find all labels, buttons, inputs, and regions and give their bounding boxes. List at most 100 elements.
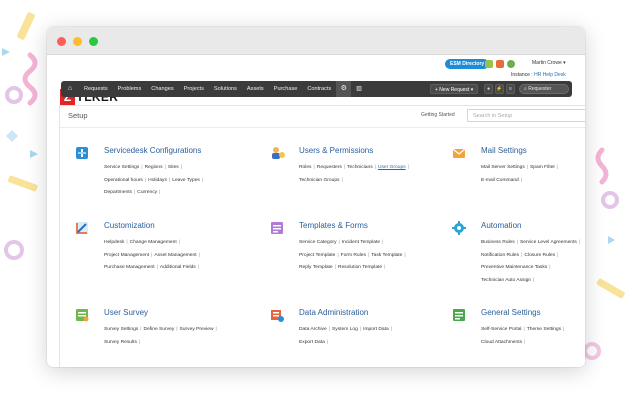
setup-link[interactable]: Change Management — [130, 240, 177, 245]
setup-link[interactable]: Business Rules — [481, 240, 515, 245]
setup-link[interactable]: Holidays — [148, 178, 167, 183]
link-separator: | — [198, 252, 200, 258]
close-window-button[interactable] — [57, 37, 66, 46]
nav-contracts[interactable]: Contracts — [302, 81, 336, 97]
requester-search[interactable]: ⌕ Requester — [519, 84, 569, 94]
nav-assets[interactable]: Assets — [242, 81, 269, 97]
link-separator: | — [159, 190, 161, 195]
setup-link[interactable]: E-mail Command — [481, 178, 519, 183]
setup-link[interactable]: Project Template — [299, 253, 335, 258]
setup-link[interactable]: Currency — [137, 190, 157, 195]
setup-search-input[interactable]: Search in Setup — [467, 109, 585, 122]
link-separator: | — [126, 240, 128, 245]
section-title[interactable]: Automation — [481, 221, 521, 230]
nav-problems[interactable]: Problems — [113, 81, 147, 97]
section-title[interactable]: Mail Settings — [481, 146, 527, 155]
setup-link[interactable]: Regions — [145, 165, 163, 170]
setup-link[interactable]: Resolution Template — [338, 265, 382, 270]
setup-link[interactable]: Import Data — [363, 327, 389, 332]
setup-link[interactable]: System Log — [332, 327, 358, 332]
nav-solutions[interactable]: Solutions — [209, 81, 242, 97]
setup-link[interactable]: Requesters — [317, 165, 342, 170]
link-row: Data Archive | System Log | Import Data | — [299, 324, 464, 337]
nav-projects[interactable]: Projects — [179, 81, 209, 97]
flash-icon[interactable]: ⚡ — [495, 84, 504, 94]
setup-link[interactable]: Export Data — [299, 340, 325, 345]
setup-link[interactable]: Self-Service Portal — [481, 327, 522, 332]
setup-link[interactable]: Cloud Attachments — [481, 340, 522, 345]
setup-link[interactable]: Technician Auto Assign — [481, 278, 531, 283]
link-separator: | — [404, 252, 406, 258]
setup-link[interactable]: Asset Management — [154, 253, 196, 258]
setup-link[interactable]: Notification Rules — [481, 253, 519, 258]
setup-link[interactable]: Mail Server Settings — [481, 165, 525, 170]
apps-icon[interactable] — [496, 60, 504, 68]
link-separator: | — [338, 240, 340, 245]
setup-link[interactable]: Leave Types — [172, 178, 200, 183]
setup-link[interactable]: Survey Results — [104, 340, 137, 345]
link-separator: | — [343, 165, 346, 170]
setup-link[interactable]: Define Survey — [144, 327, 175, 332]
link-separator: | — [201, 177, 204, 183]
section-links: Survey Settings | Define Survey | Survey Pre… — [104, 324, 269, 349]
setup-link[interactable]: Helpdesk — [104, 240, 124, 245]
link-separator: | — [520, 177, 523, 183]
nav-purchase[interactable]: Purchase — [269, 81, 303, 97]
setup-link[interactable]: Theme Settings — [527, 327, 561, 332]
section-title[interactable]: General Settings — [481, 308, 541, 317]
cart-icon[interactable] — [485, 60, 493, 68]
setup-link[interactable]: Additional Fields — [160, 265, 196, 270]
maximize-window-button[interactable] — [89, 37, 98, 46]
setup-link[interactable]: Service Settings — [104, 165, 139, 170]
setup-link[interactable]: Spam Filter — [530, 165, 555, 170]
setup-link[interactable]: Form Rules — [341, 253, 366, 258]
setup-link[interactable]: Sites — [168, 165, 179, 170]
setup-link[interactable]: Roles — [299, 165, 312, 170]
setup-link[interactable]: Preventive Maintenance Tasks — [481, 265, 547, 270]
reports-icon[interactable]: ▥ — [351, 81, 367, 97]
section-title[interactable]: User Survey — [104, 308, 148, 317]
instance-value[interactable]: HR Help Desk — [534, 72, 566, 78]
getting-started-link[interactable]: Getting Started — [421, 112, 455, 118]
setup-panel: Setup Getting Started Search in Setup Se… — [59, 105, 585, 367]
section-title[interactable]: Data Administration — [299, 308, 368, 317]
setup-link[interactable]: Technician Groups — [299, 178, 340, 183]
user-menu[interactable]: Martin Crowe ▾ — [532, 60, 566, 66]
link-separator: | — [390, 327, 392, 332]
setup-link[interactable]: Incident Template — [342, 240, 380, 245]
section-title[interactable]: Templates & Forms — [299, 221, 368, 230]
gear-icon[interactable]: ⚙ — [336, 81, 352, 97]
instance-selector[interactable]: Instance : HR Help Desk — [511, 72, 566, 78]
setup-link[interactable]: Reply Template — [299, 265, 333, 270]
home-icon[interactable]: ⌂ — [61, 81, 79, 97]
notification-icon[interactable]: ● — [484, 84, 493, 94]
section-title[interactable]: Customization — [104, 221, 155, 230]
setup-link[interactable]: Service Level Agreements — [520, 240, 577, 245]
link-separator: | — [178, 240, 180, 245]
setup-link[interactable]: Task Template — [371, 253, 402, 258]
link-separator: | — [151, 252, 153, 258]
new-request-button[interactable]: + New Request ▾ — [430, 84, 479, 94]
link-separator: | — [313, 165, 315, 170]
link-row: Self-Service Portal | Theme Settings | — [481, 324, 585, 337]
setup-link[interactable]: Technicians — [347, 165, 373, 170]
list-icon[interactable]: ≡ — [506, 84, 515, 94]
minimize-window-button[interactable] — [73, 37, 82, 46]
user-avatar[interactable] — [507, 60, 515, 68]
setup-link[interactable]: Survey Preview — [180, 327, 214, 332]
setup-link[interactable]: User Groups — [378, 165, 406, 170]
link-separator: | — [563, 327, 565, 332]
setup-link[interactable]: Closure Rules — [524, 253, 555, 258]
setup-link[interactable]: Project Management — [104, 253, 149, 258]
section-title[interactable]: Users & Permissions — [299, 146, 373, 155]
setup-link[interactable]: Departments — [104, 190, 132, 195]
setup-link[interactable]: Survey Settings — [104, 327, 138, 332]
section-title[interactable]: Servicedesk Configurations — [104, 146, 201, 155]
setup-link[interactable]: Service Category — [299, 240, 337, 245]
nav-changes[interactable]: Changes — [146, 81, 178, 97]
setup-link[interactable]: Data Archive — [299, 327, 327, 332]
esm-directory-button[interactable]: ESM Directory — [445, 59, 490, 69]
setup-link[interactable]: Purchase Management — [104, 265, 155, 270]
nav-requests[interactable]: Requests — [79, 81, 113, 97]
setup-link[interactable]: Operational hours — [104, 178, 143, 183]
